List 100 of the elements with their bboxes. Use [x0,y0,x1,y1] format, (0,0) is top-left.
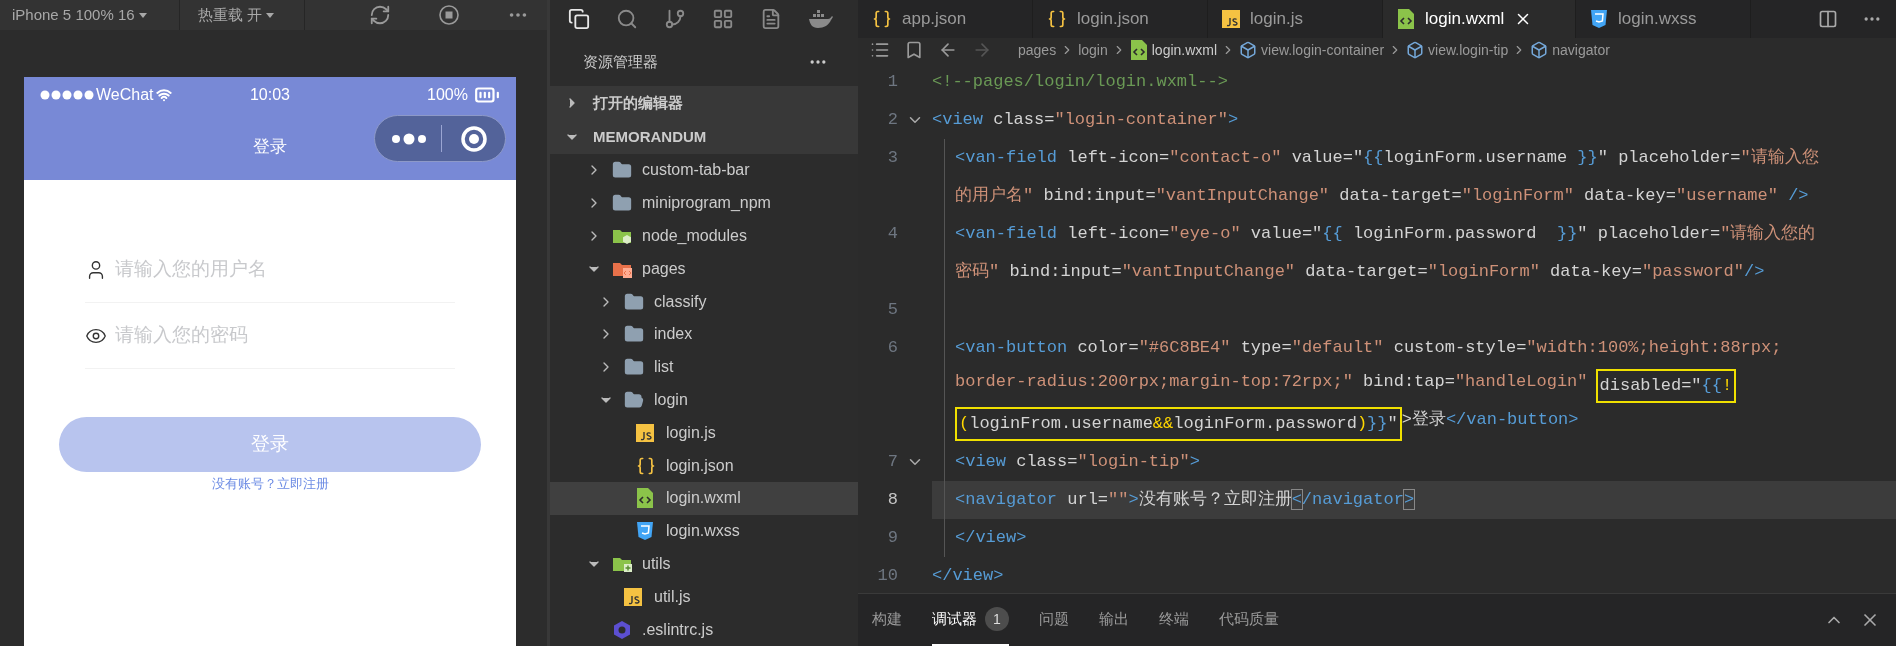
code-text: >登录</van-button> [1401,409,1579,431]
line-number: 9 [887,528,898,548]
panel-tab[interactable]: 输出 [1099,594,1129,646]
tree-item[interactable]: node_modules [550,219,858,253]
tree-item[interactable]: login.js [550,416,858,450]
breadcrumb-item[interactable]: navigator [1552,39,1610,61]
section-header[interactable]: MEMORANDUM [550,120,858,154]
line-number: 3 [887,148,898,168]
code-line: <view class="login-tip"> [955,451,1200,474]
breadcrumb-item[interactable]: view.login-tip [1428,39,1509,61]
target-icon[interactable] [460,124,488,153]
editor-tab[interactable]: app.json [858,0,1033,38]
editor-tab[interactable]: login.wxml [1383,0,1576,38]
document-icon[interactable] [760,8,782,30]
wxml-file-icon [1397,9,1415,29]
editor-tab[interactable]: login.json [1033,0,1208,38]
caret-icon [138,12,147,18]
editor-tab[interactable]: login.wxss [1576,0,1751,38]
stop-icon[interactable] [437,3,461,27]
panel-tab[interactable]: 终端 [1159,594,1189,646]
highlight-box: disabled="{{! [1595,369,1737,403]
status-time: 10:03 [248,85,291,105]
line-number: 10 [877,566,898,586]
cube-icon [1239,41,1258,59]
code-line: <navigator url="">没有账号？立即注册</navigator> [955,488,1415,512]
battery-percent: 100% [427,85,468,105]
line-number: 6 [887,338,898,358]
line-number: 2 [887,110,898,130]
tree-item[interactable]: util.js [550,580,858,614]
wxml-file-icon [636,488,654,509]
highlight-box: (loginFrom.username&&loginForm.password)}}" [955,407,1402,441]
tree-item[interactable]: login.json [550,449,858,482]
list-icon[interactable] [870,40,890,60]
tree-item[interactable]: login.wxss [550,514,858,548]
hexagon-icon [612,619,632,640]
tree-item[interactable]: classify [550,285,858,318]
code-line: 的用户名" bind:input="vantInputChange" data-target="loginForm" data-key="username" /> [955,185,1809,208]
line-number: 8 [887,490,898,510]
wxml-file-icon [1129,40,1148,60]
search-icon[interactable] [616,8,638,30]
tree-item[interactable]: login.wxml [550,481,858,515]
split-editor-icon[interactable] [1818,9,1838,29]
code-line: </view> [955,527,1027,550]
tree-item[interactable]: list [550,350,858,384]
tree-item[interactable]: custom-tab-bar [550,154,858,187]
folder-icon [624,291,644,312]
code-line: <view class="login-container"> [932,109,1239,132]
capsule-menu[interactable] [374,115,506,162]
json-file-icon [636,455,656,476]
js-file-icon [1222,10,1240,28]
hot-reload-dropdown[interactable]: 热重载 开 [180,0,305,30]
tree-item[interactable]: index [550,318,858,351]
breadcrumb-item[interactable]: login [1078,39,1108,61]
line-number: 7 [887,452,898,472]
grid-icon[interactable] [712,8,734,30]
line-number: 4 [887,224,898,244]
device-dropdown[interactable]: iPhone 5 100% 16 [0,0,180,30]
whale-icon[interactable] [808,9,834,29]
page-title: 登录 [253,135,287,158]
caret-icon [266,12,275,18]
code-line: </view> [932,565,1004,588]
cube-icon [1406,41,1425,59]
breadcrumb-item[interactable]: view.login-container [1261,39,1385,61]
refresh-icon[interactable] [369,4,391,26]
css-file-icon [1590,9,1608,29]
code-line: <van-field left-icon="contact-o" value="{{loginForm.username }}" placeholder="请输入您 [955,147,1819,170]
json-file-icon [872,9,892,29]
js-file-icon [624,587,642,606]
line-number: 5 [887,300,898,320]
tree-item[interactable]: pages [550,252,858,286]
tree-item[interactable]: miniprogram_npm [550,186,858,220]
css-file-icon [636,521,654,542]
folder-icon [612,160,632,181]
breadcrumb-item[interactable]: pages [1018,39,1057,61]
tree-item[interactable]: login [550,383,858,417]
code-line: <van-button color="#6C8BE4" type="default" custom-style="width:100%;height:88rpx; [955,337,1782,360]
wifi-icon [155,87,172,103]
editor-tab[interactable]: login.js [1208,0,1383,38]
tree-item[interactable]: .eslintrc.js [550,613,858,646]
bookmark-icon[interactable] [904,40,924,60]
folder-icon [624,357,644,378]
line-number: 1 [887,72,898,92]
branch-icon[interactable] [664,8,686,30]
more-icon[interactable] [391,132,427,145]
tree-item[interactable]: utils [550,547,858,581]
files-icon[interactable] [568,8,590,30]
code-line: 密码" bind:input="vantInputChange" data-target="loginForm" data-key="password"/> [955,260,1765,284]
breadcrumb-item[interactable]: login.wxml [1151,39,1218,61]
count-badge: 1 [985,607,1009,631]
js-file-icon [636,423,654,442]
code-text: border-radius:200rpx;margin-top:72rpx;" bind:tap="handleLogin" [955,371,1588,393]
folder-icon [612,193,632,214]
panel-tab[interactable]: 调试器 1 [932,594,1009,646]
signal-icon [40,90,94,100]
panel-tab[interactable]: 代码质量 [1219,594,1279,646]
panel-tab[interactable]: 构建 [872,594,902,646]
cube-icon [1530,41,1549,59]
code-line: <!--pages/login/login.wxml--> [932,71,1228,94]
panel-tab[interactable]: 问题 [1039,594,1069,646]
section-header[interactable]: 打开的编辑器 [550,86,858,120]
